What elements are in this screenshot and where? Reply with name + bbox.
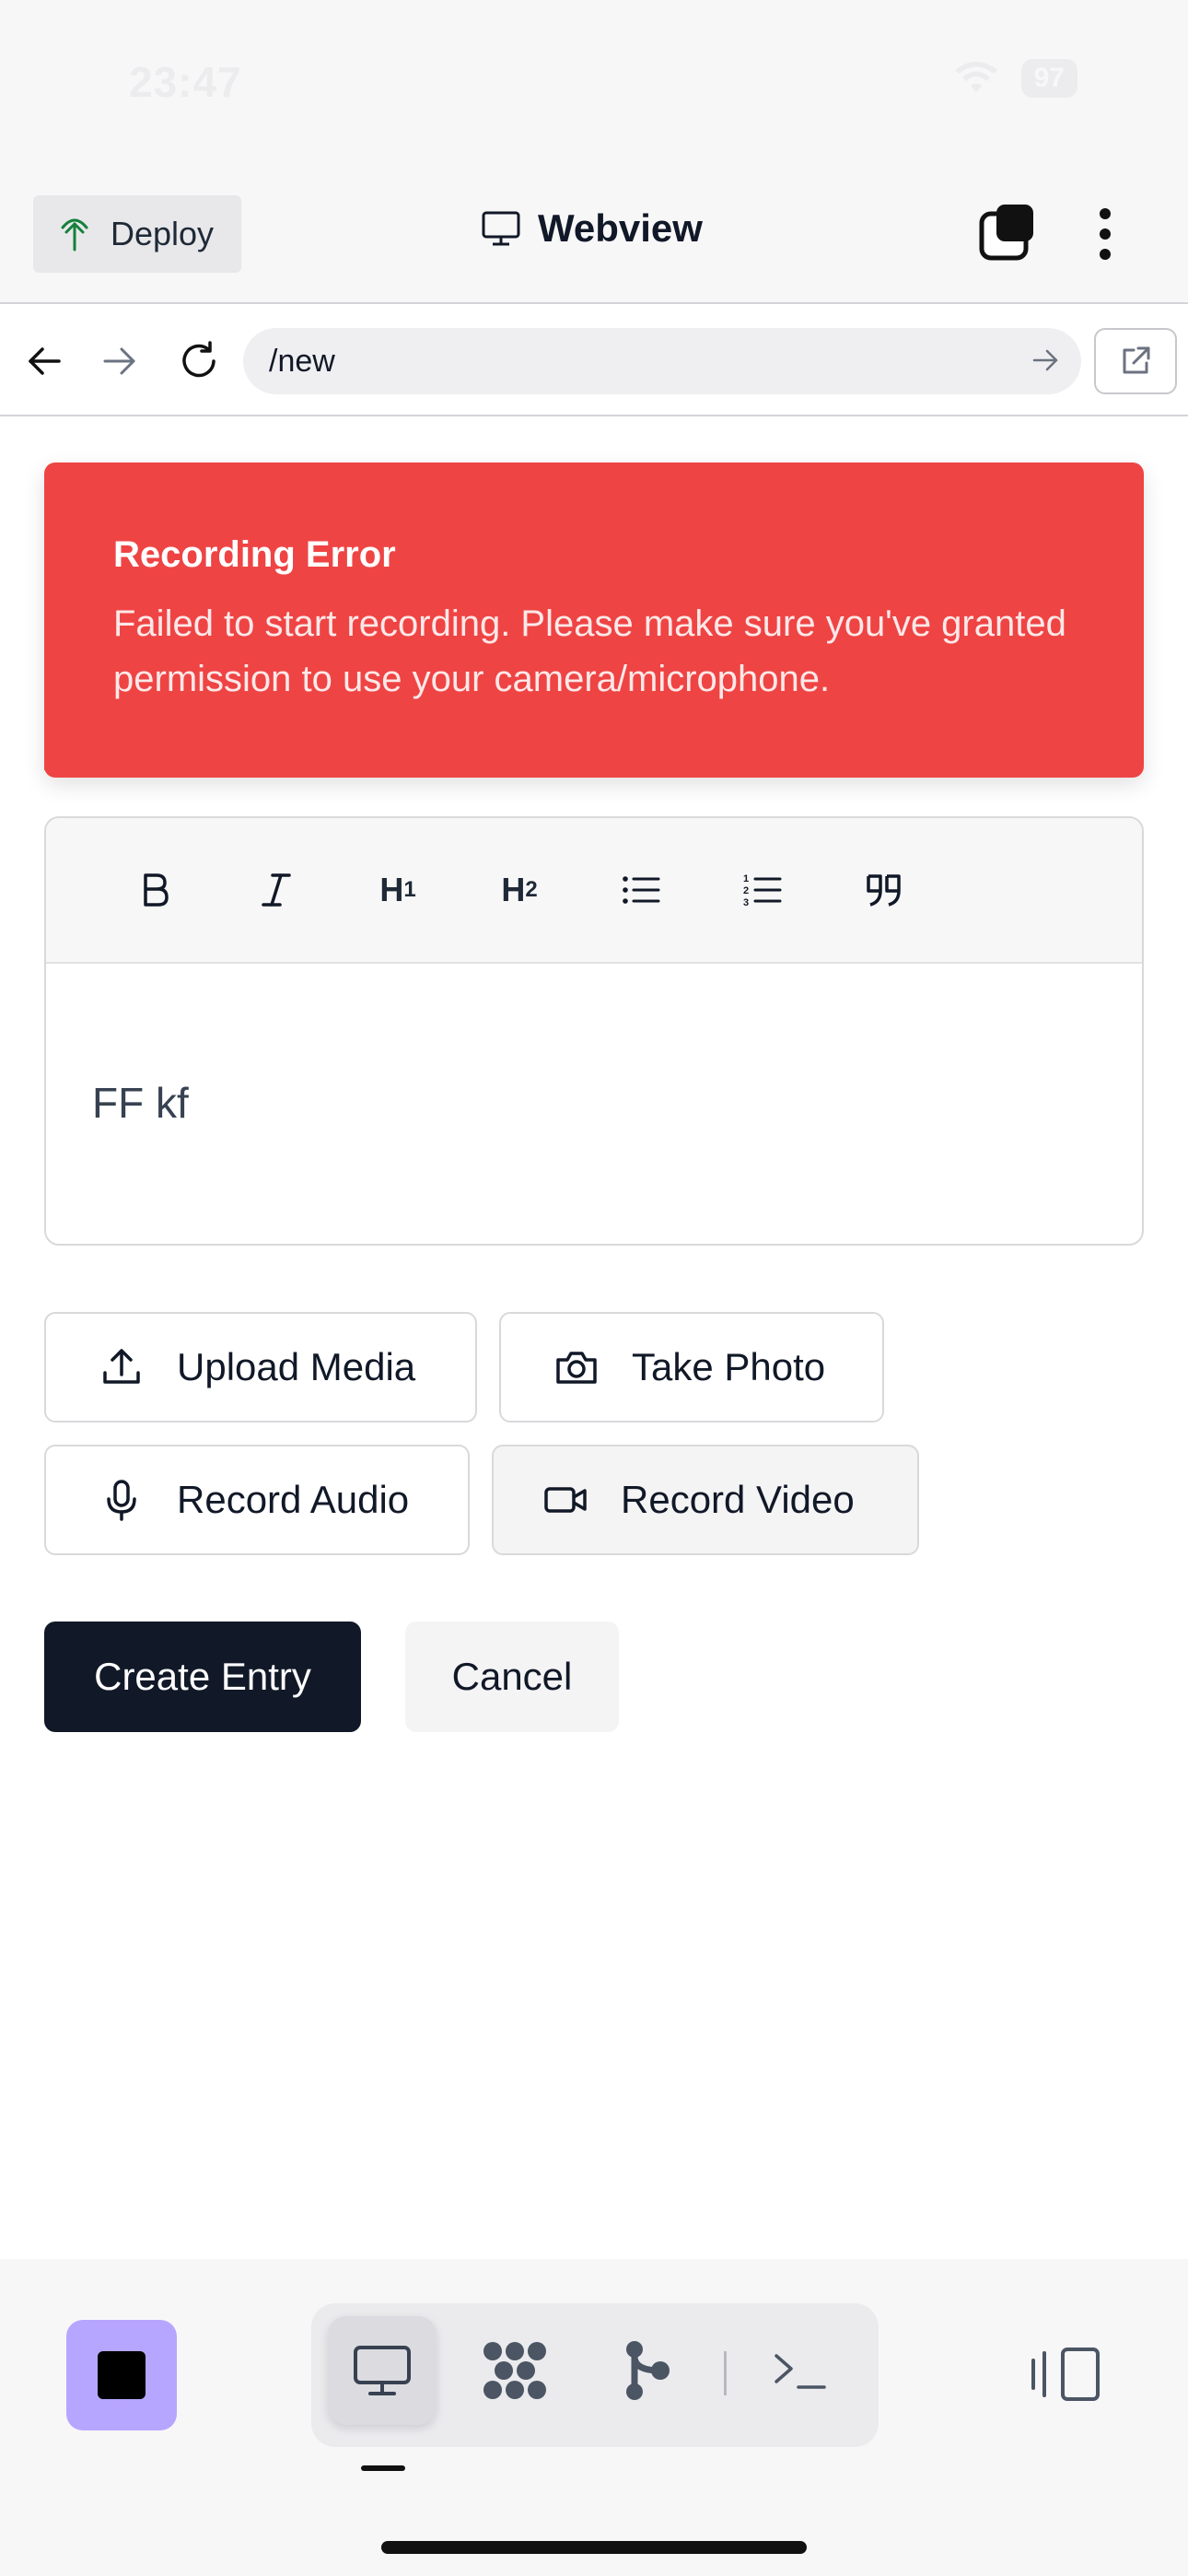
- grid-dots-icon: [483, 2342, 546, 2399]
- tabs-icon[interactable]: [978, 203, 1037, 262]
- video-camera-icon: [536, 1470, 595, 1529]
- record-video-label: Record Video: [621, 1478, 855, 1521]
- bullet-list-icon: [623, 876, 660, 904]
- upload-media-label: Upload Media: [177, 1345, 416, 1388]
- take-photo-label: Take Photo: [632, 1345, 826, 1388]
- more-menu-icon[interactable]: [1087, 206, 1124, 262]
- cancel-button[interactable]: Cancel: [405, 1622, 619, 1732]
- record-audio-label: Record Audio: [177, 1478, 410, 1521]
- toast-message: Failed to start recording. Please make s…: [113, 603, 1066, 699]
- rich-text-editor: H1 H2 123 FF kf: [44, 816, 1144, 1246]
- view-switcher: [311, 2303, 879, 2447]
- status-bar: 23:47 97: [0, 0, 1188, 175]
- side-panel-icon[interactable]: [1030, 2344, 1103, 2405]
- open-external-button[interactable]: [1094, 328, 1177, 394]
- upload-icon: [92, 1338, 151, 1397]
- camera-icon: [547, 1338, 606, 1397]
- main-content: Recording Error Failed to start recordin…: [0, 416, 1188, 2259]
- tab-divider: [724, 2351, 727, 2395]
- heading1-label: H: [379, 871, 404, 908]
- bold-button[interactable]: [94, 844, 215, 936]
- app-header: Deploy Webview: [0, 175, 1188, 304]
- heading2-sub: 2: [525, 877, 538, 902]
- editor-content[interactable]: FF kf: [46, 964, 1142, 1128]
- svg-text:2: 2: [743, 885, 749, 896]
- heading1-sub: 1: [403, 877, 416, 902]
- url-text: /new: [269, 343, 335, 379]
- status-indicators: 97: [953, 59, 1077, 98]
- reload-icon[interactable]: [171, 334, 227, 389]
- bold-icon: [144, 873, 169, 907]
- heading1-button[interactable]: H1: [337, 844, 459, 936]
- error-toast[interactable]: Recording Error Failed to start recordin…: [44, 463, 1144, 778]
- upload-media-button[interactable]: Upload Media: [44, 1312, 477, 1423]
- microphone-icon: [92, 1470, 151, 1529]
- record-audio-button[interactable]: Record Audio: [44, 1445, 470, 1555]
- stop-button[interactable]: [66, 2320, 177, 2430]
- heading2-button[interactable]: H2: [459, 844, 580, 936]
- git-branch-icon: [626, 2341, 670, 2400]
- quote-icon: [867, 874, 901, 907]
- editor-toolbar: H1 H2 123: [46, 818, 1142, 964]
- tab-terminal[interactable]: [746, 2316, 855, 2425]
- url-bar: /new: [0, 306, 1188, 416]
- header-title: Webview: [481, 206, 703, 251]
- record-video-button[interactable]: Record Video: [492, 1445, 919, 1555]
- heading2-label: H: [501, 871, 526, 908]
- page-title: Webview: [538, 206, 703, 250]
- deploy-button[interactable]: Deploy: [33, 195, 241, 273]
- italic-icon: [262, 873, 291, 907]
- active-tab-indicator: [361, 2465, 405, 2471]
- tab-grid[interactable]: [460, 2316, 569, 2425]
- deploy-label: Deploy: [111, 215, 215, 252]
- battery-indicator: 97: [1020, 59, 1077, 98]
- blockquote-button[interactable]: [823, 844, 945, 936]
- tab-git[interactable]: [593, 2316, 702, 2425]
- tab-webview[interactable]: [328, 2316, 437, 2425]
- take-photo-button[interactable]: Take Photo: [499, 1312, 884, 1423]
- url-input[interactable]: /new: [243, 328, 1081, 394]
- numbered-list-icon: 123: [743, 873, 782, 907]
- monitor-icon: [354, 2346, 411, 2395]
- create-entry-button[interactable]: Create Entry: [44, 1622, 361, 1732]
- forward-arrow-icon[interactable]: [92, 334, 147, 389]
- toast-title: Recording Error: [113, 534, 396, 575]
- external-link-icon: [1123, 346, 1150, 374]
- svg-text:3: 3: [743, 897, 749, 907]
- back-arrow-icon[interactable]: [17, 334, 72, 389]
- status-time: 23:47: [129, 58, 242, 106]
- bullet-list-button[interactable]: [580, 844, 702, 936]
- numbered-list-button[interactable]: 123: [702, 844, 823, 936]
- stop-icon: [98, 2351, 146, 2399]
- home-indicator: [381, 2541, 807, 2554]
- monitor-icon: [482, 211, 520, 246]
- deploy-icon: [61, 218, 88, 252]
- italic-button[interactable]: [215, 844, 337, 936]
- wifi-icon: [954, 62, 997, 92]
- bottom-dock: [0, 2259, 1188, 2576]
- svg-text:1: 1: [743, 873, 749, 884]
- go-arrow-icon[interactable]: [1030, 345, 1061, 376]
- terminal-icon: [775, 2354, 826, 2389]
